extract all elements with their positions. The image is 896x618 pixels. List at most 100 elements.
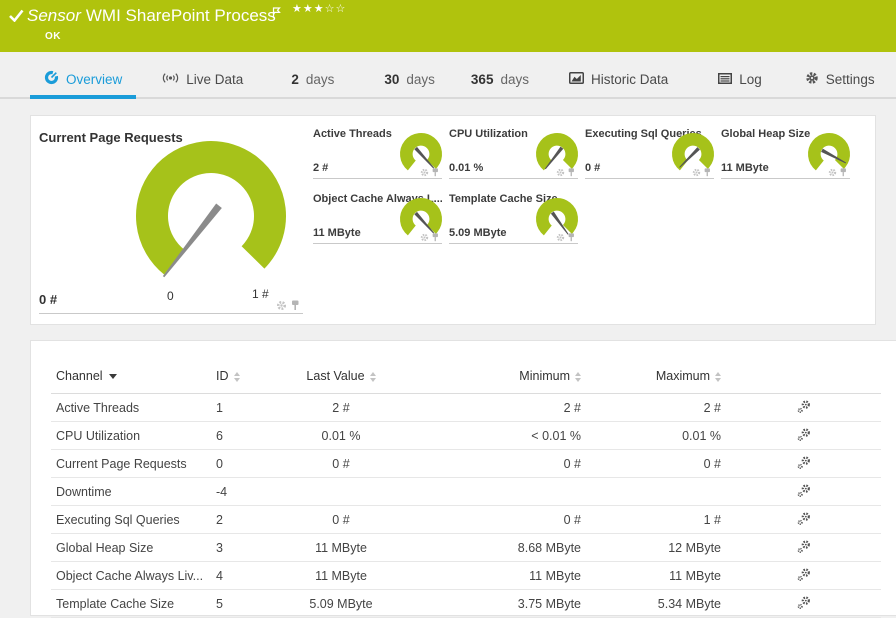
chart-icon [568,71,584,87]
channel-name: Object Cache Always Liv... [51,561,211,590]
channel-settings-icon[interactable] [797,567,810,581]
gauge-settings-gear-icon[interactable] [276,300,287,311]
channel-last-value: 0 # [261,449,421,478]
status-badge: OK [45,31,61,42]
pin-icon[interactable] [703,168,712,177]
page-title: Sensor WMI SharePoint Process [27,6,276,26]
star-icon[interactable]: ☆ [336,2,347,15]
tab-settings-label: Settings [825,71,875,87]
channels-table: Channel ID Last Value Minimum Maximum Ac… [51,359,881,618]
pin-icon[interactable] [567,168,576,177]
column-header-minimum[interactable]: Minimum [421,359,586,394]
priority-flag-icon[interactable] [272,6,283,24]
tab-overview-label: Overview [66,71,123,87]
table-row[interactable]: Downtime -4 [51,477,881,506]
column-label: Last Value [306,369,365,383]
gauge-value: 0.01 % [449,162,484,174]
gauge-cell-object-cache-always-live: Object Cache Always L... 11 MByte [313,191,442,244]
channel-settings-icon[interactable] [797,511,810,525]
channel-name: Current Page Requests [51,449,211,478]
main-gauge-cell: Current Page Requests 0 1 # 0 # [39,124,303,318]
table-row[interactable]: Global Heap Size 3 11 MByte 8.68 MByte 1… [51,533,881,562]
pin-icon[interactable] [431,233,440,242]
column-header-last-value[interactable]: Last Value [261,359,421,394]
sensor-kind-label: Sensor [27,6,81,25]
channel-minimum: 3.75 MByte [421,589,586,618]
gauge-settings-gear-icon[interactable] [420,168,429,177]
tab-365-days-label: days [500,71,529,87]
sensor-name: WMI SharePoint Process [85,6,276,25]
tab-365-days[interactable]: 365 days [457,61,543,97]
gauge-value: 11 MByte [721,162,769,174]
channel-settings-icon[interactable] [797,595,810,609]
gauge-settings-gear-icon[interactable] [556,233,565,242]
star-icon[interactable]: ★ [314,2,325,15]
pin-icon[interactable] [431,168,440,177]
main-gauge-value: 0 # [39,292,58,307]
table-row[interactable]: Object Cache Always Liv... 4 11 MByte 11… [51,561,881,590]
gauge-value: 11 MByte [313,227,361,239]
channel-id: 4 [211,561,261,590]
table-row[interactable]: Current Page Requests 0 0 # 0 # 0 # [51,449,881,478]
column-label: Minimum [519,369,570,383]
pin-icon[interactable] [567,233,576,242]
tab-settings[interactable]: Settings [791,61,889,97]
channel-maximum [586,477,726,506]
channel-settings-icon[interactable] [797,539,810,553]
gauge-settings-gear-icon[interactable] [556,168,565,177]
main-gauge [136,141,286,291]
column-label: Maximum [655,369,710,383]
channel-settings-icon[interactable] [797,484,810,497]
channel-maximum: 12 MByte [586,533,726,562]
sort-icon [369,371,376,382]
tab-live-data-label: Live Data [186,71,244,87]
star-icon[interactable]: ★ [303,2,314,15]
channel-settings-icon[interactable] [797,428,810,441]
gauge-settings-gear-icon[interactable] [692,168,701,177]
table-row[interactable]: Active Threads 1 2 # 2 # 2 # [51,393,881,422]
log-icon [718,72,733,87]
channel-maximum: 1 # [586,505,726,534]
table-row[interactable]: Template Cache Size 5 5.09 MByte 3.75 MB… [51,589,881,618]
channel-minimum: 8.68 MByte [421,533,586,562]
channel-settings-icon[interactable] [797,456,810,469]
channel-last-value: 11 MByte [261,533,421,562]
channel-maximum: 0 # [586,449,726,478]
channel-id: 3 [211,533,261,562]
sort-icon [575,371,581,382]
sort-icon [233,371,240,382]
star-icon[interactable]: ★ [292,2,303,15]
tab-historic-data[interactable]: Historic Data [555,61,682,97]
pin-icon[interactable] [290,300,301,311]
gauge-settings-gear-icon[interactable] [828,168,837,177]
channel-name: Executing Sql Queries [51,505,211,534]
channel-name: Active Threads [51,393,211,422]
priority-stars: ★★★☆☆ [292,2,346,15]
column-label: Channel [56,369,103,383]
gauge-settings-gear-icon[interactable] [420,233,429,242]
sort-icon [715,371,721,382]
column-label: ID [216,369,229,383]
tab-log[interactable]: Log [704,61,776,97]
cell-divider [39,313,303,314]
tab-30-days[interactable]: 30 days [370,61,449,97]
column-header-maximum[interactable]: Maximum [586,359,726,394]
channel-last-value: 11 MByte [261,561,421,590]
tab-live-data[interactable]: Live Data [148,61,257,97]
channel-settings-icon[interactable] [797,400,810,413]
channel-name: CPU Utilization [51,421,211,450]
star-icon[interactable]: ☆ [325,2,336,15]
tab-2-days[interactable]: 2 days [277,61,348,97]
table-row[interactable]: CPU Utilization 6 0.01 % < 0.01 % 0.01 % [51,421,881,450]
gauge-cell-active-threads: Active Threads 2 # [313,126,442,179]
channel-id: 1 [211,393,261,422]
gauge-value: 2 # [313,162,329,174]
column-header-channel[interactable]: Channel [51,359,211,394]
pin-icon[interactable] [839,168,848,177]
channel-id: 5 [211,589,261,618]
tab-overview[interactable]: Overview [30,61,137,99]
column-header-id[interactable]: ID [211,359,261,394]
column-header-actions [726,359,881,394]
table-row[interactable]: Executing Sql Queries 2 0 # 0 # 1 # [51,505,881,534]
gauge-cell-global-heap-size: Global Heap Size 11 MByte [721,126,850,179]
